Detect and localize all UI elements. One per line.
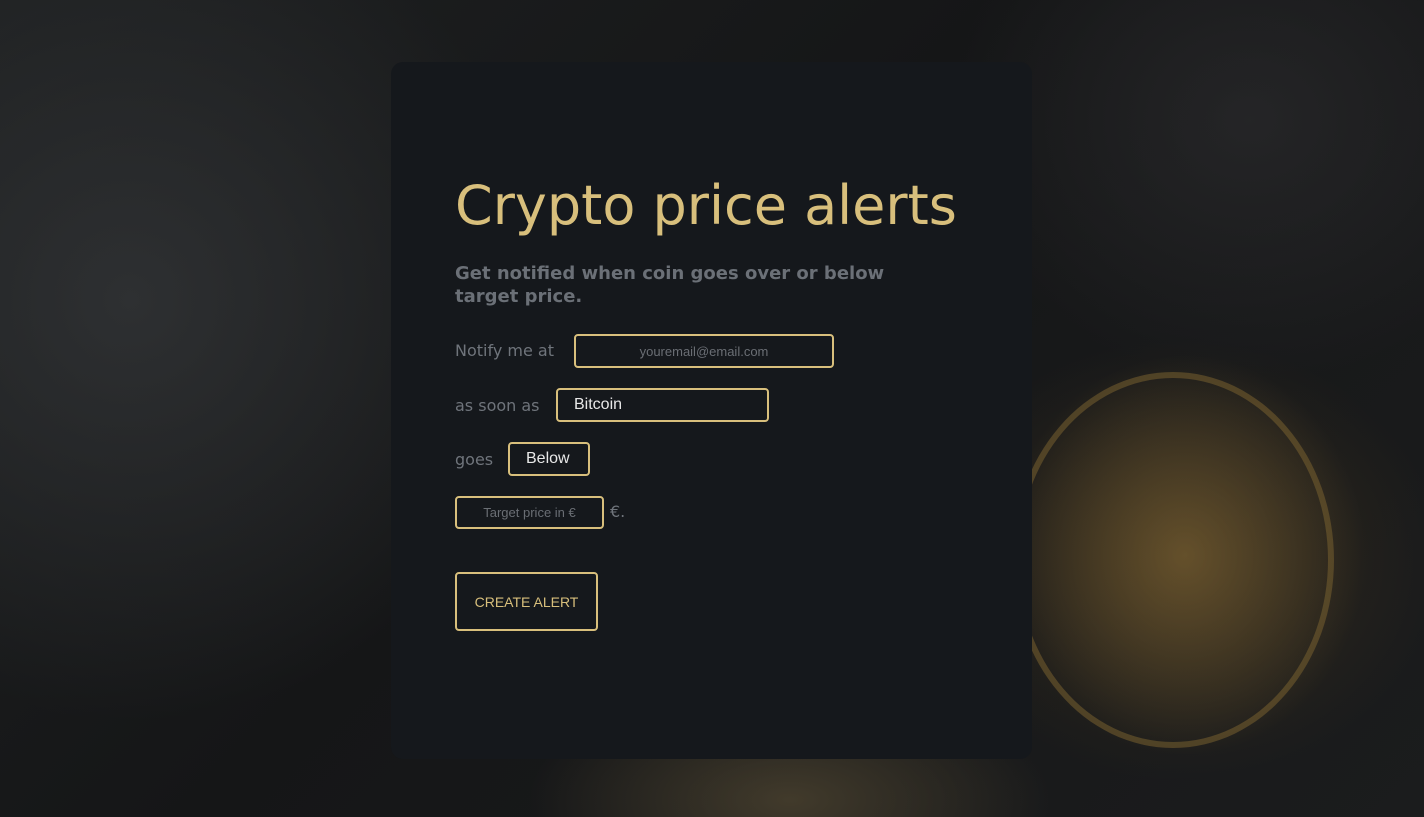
create-alert-button[interactable]: CREATE ALERT bbox=[455, 572, 598, 631]
as-soon-as-label: as soon as bbox=[455, 396, 540, 415]
coin-select[interactable]: Bitcoin bbox=[556, 388, 769, 422]
email-input[interactable] bbox=[574, 334, 834, 368]
page-subtitle: Get notified when coin goes over or belo… bbox=[455, 263, 885, 307]
currency-suffix: €. bbox=[610, 502, 626, 521]
ripple-coin-image bbox=[1012, 372, 1334, 748]
target-price-input[interactable] bbox=[455, 496, 604, 529]
coin-select-value: Bitcoin bbox=[574, 396, 623, 413]
direction-select[interactable]: Below bbox=[508, 442, 590, 476]
goes-label: goes bbox=[455, 450, 494, 469]
page-title: Crypto price alerts bbox=[455, 174, 957, 237]
alert-form-panel: Crypto price alerts Get notified when co… bbox=[391, 62, 1032, 759]
direction-select-value: Below bbox=[526, 450, 570, 467]
notify-label: Notify me at bbox=[455, 341, 554, 360]
